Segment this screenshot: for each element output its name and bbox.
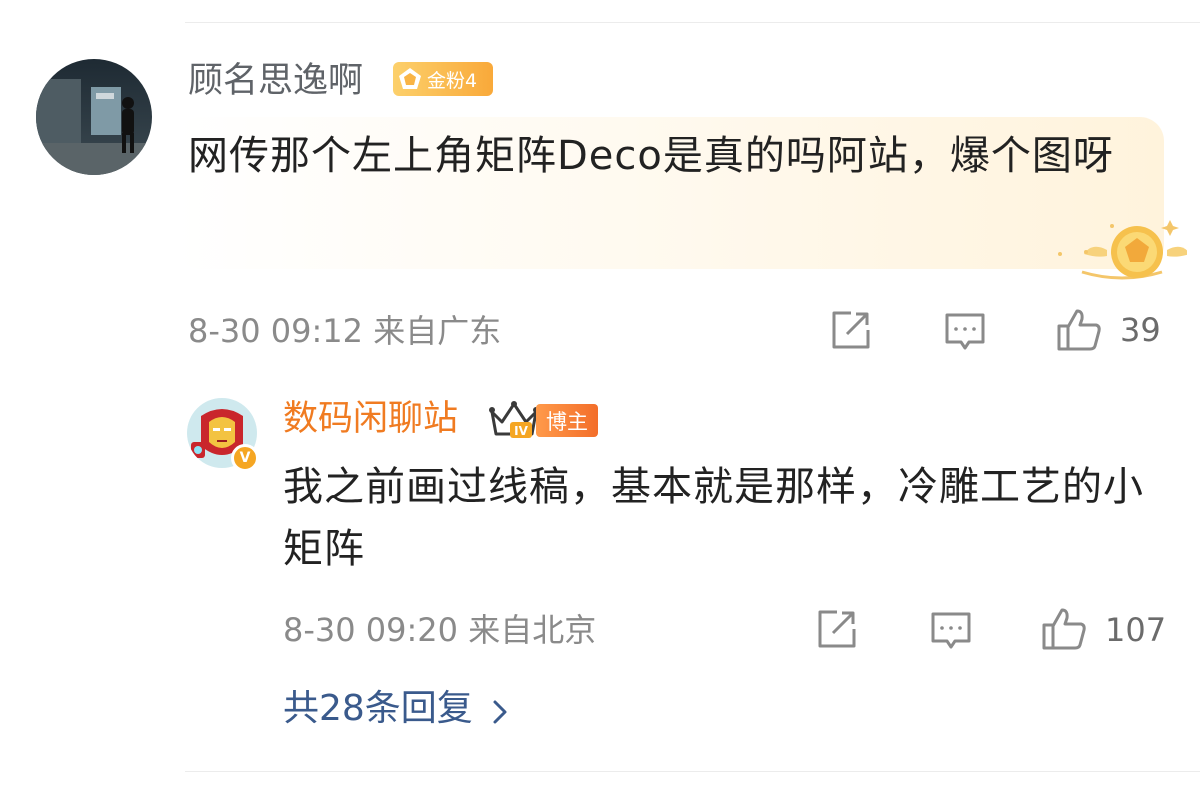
- blogger-badge: 博主: [536, 404, 598, 437]
- comment-text: 网传那个左上角矩阵Deco是真的吗阿站，爆个图呀: [188, 133, 1114, 179]
- like-icon[interactable]: [1055, 306, 1103, 354]
- fan-badge[interactable]: 金粉4: [393, 62, 493, 96]
- more-replies-label: 共28条回复: [283, 688, 473, 729]
- reply-like-icon[interactable]: [1040, 605, 1088, 653]
- gold-medal-icon: [1052, 212, 1190, 282]
- verified-badge: V: [231, 444, 259, 472]
- comment-like-count: 39: [1120, 311, 1161, 349]
- comment-icon[interactable]: [943, 310, 987, 354]
- bottom-divider: [185, 771, 1200, 772]
- crown-level-label: IV: [514, 424, 528, 438]
- more-replies-link[interactable]: 共28条回复: [283, 689, 509, 729]
- fan-badge-label: 金粉4: [427, 69, 478, 92]
- crown-icon: IV: [488, 400, 540, 440]
- share-icon[interactable]: [829, 308, 873, 352]
- comment-meta: 8-30 09:12 来自广东: [188, 312, 502, 350]
- reply-text: 我之前画过线稿，基本就是那样，冷雕工艺的小矩阵: [283, 464, 1144, 572]
- reply-like-count: 107: [1105, 611, 1167, 649]
- avatar[interactable]: [36, 59, 152, 175]
- fan-badge-icon: [393, 62, 427, 96]
- reply-comment-icon[interactable]: [929, 609, 973, 653]
- reply-username[interactable]: 数码闲聊站: [283, 399, 458, 439]
- top-divider: [185, 22, 1200, 23]
- chevron-right-icon: [491, 695, 509, 724]
- reply-meta: 8-30 09:20 来自北京: [283, 611, 597, 649]
- comment-username[interactable]: 顾名思逸啊: [188, 61, 363, 101]
- reply-share-icon[interactable]: [815, 607, 859, 651]
